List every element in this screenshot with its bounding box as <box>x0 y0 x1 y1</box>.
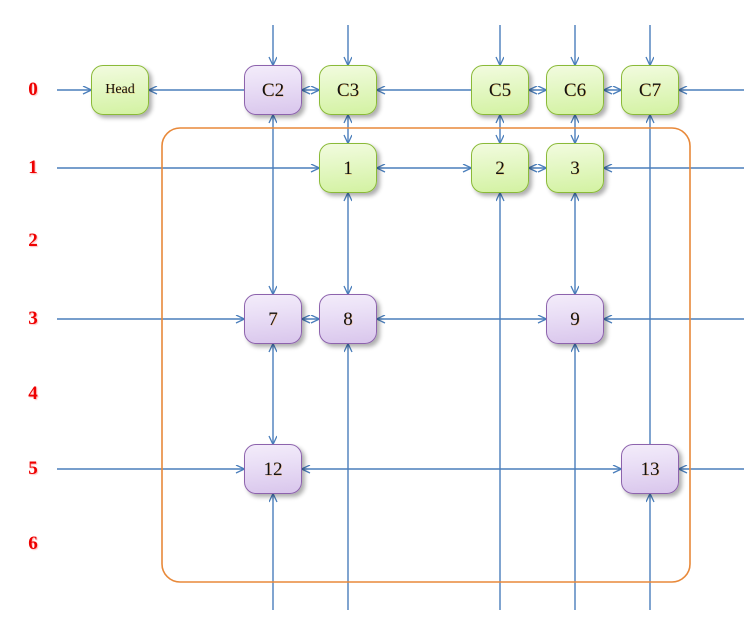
node-c2[interactable]: C2 <box>244 65 302 115</box>
row-label-4: 4 <box>28 383 38 404</box>
node-3[interactable]: 3 <box>546 143 604 193</box>
node-c6-label: C6 <box>563 79 587 101</box>
row-label-3: 3 <box>28 308 38 329</box>
node-13-label: 13 <box>640 458 660 480</box>
node-c7[interactable]: C7 <box>621 65 679 115</box>
node-7-label: 7 <box>268 308 278 330</box>
node-c3-label: C3 <box>336 79 360 101</box>
row-label-2: 2 <box>28 230 38 251</box>
node-13[interactable]: 13 <box>621 444 679 494</box>
row-label-6: 6 <box>28 533 38 554</box>
node-c2-label: C2 <box>261 79 285 101</box>
node-head-label: Head <box>105 82 135 97</box>
node-8[interactable]: 8 <box>319 294 377 344</box>
row-label-5: 5 <box>28 458 38 479</box>
node-2[interactable]: 2 <box>471 143 529 193</box>
node-c5-label: C5 <box>488 79 512 101</box>
node-c3[interactable]: C3 <box>319 65 377 115</box>
node-12-label: 12 <box>263 458 283 480</box>
node-9[interactable]: 9 <box>546 294 604 344</box>
row-label-0: 0 <box>28 79 38 100</box>
node-1[interactable]: 1 <box>319 143 377 193</box>
node-8-label: 8 <box>343 308 353 330</box>
node-3-label: 3 <box>570 157 580 179</box>
node-7[interactable]: 7 <box>244 294 302 344</box>
node-head[interactable]: Head <box>91 65 149 115</box>
diagram-canvas: 0 1 2 3 4 5 6 Head C2 C3 C5 C6 C7 1 2 3 … <box>0 0 744 638</box>
node-12[interactable]: 12 <box>244 444 302 494</box>
node-c6[interactable]: C6 <box>546 65 604 115</box>
row-label-1: 1 <box>28 157 38 178</box>
node-9-label: 9 <box>570 308 580 330</box>
node-c7-label: C7 <box>638 79 662 101</box>
node-2-label: 2 <box>495 157 505 179</box>
region-highlight-box <box>161 127 691 583</box>
node-c5[interactable]: C5 <box>471 65 529 115</box>
node-1-label: 1 <box>343 157 353 179</box>
